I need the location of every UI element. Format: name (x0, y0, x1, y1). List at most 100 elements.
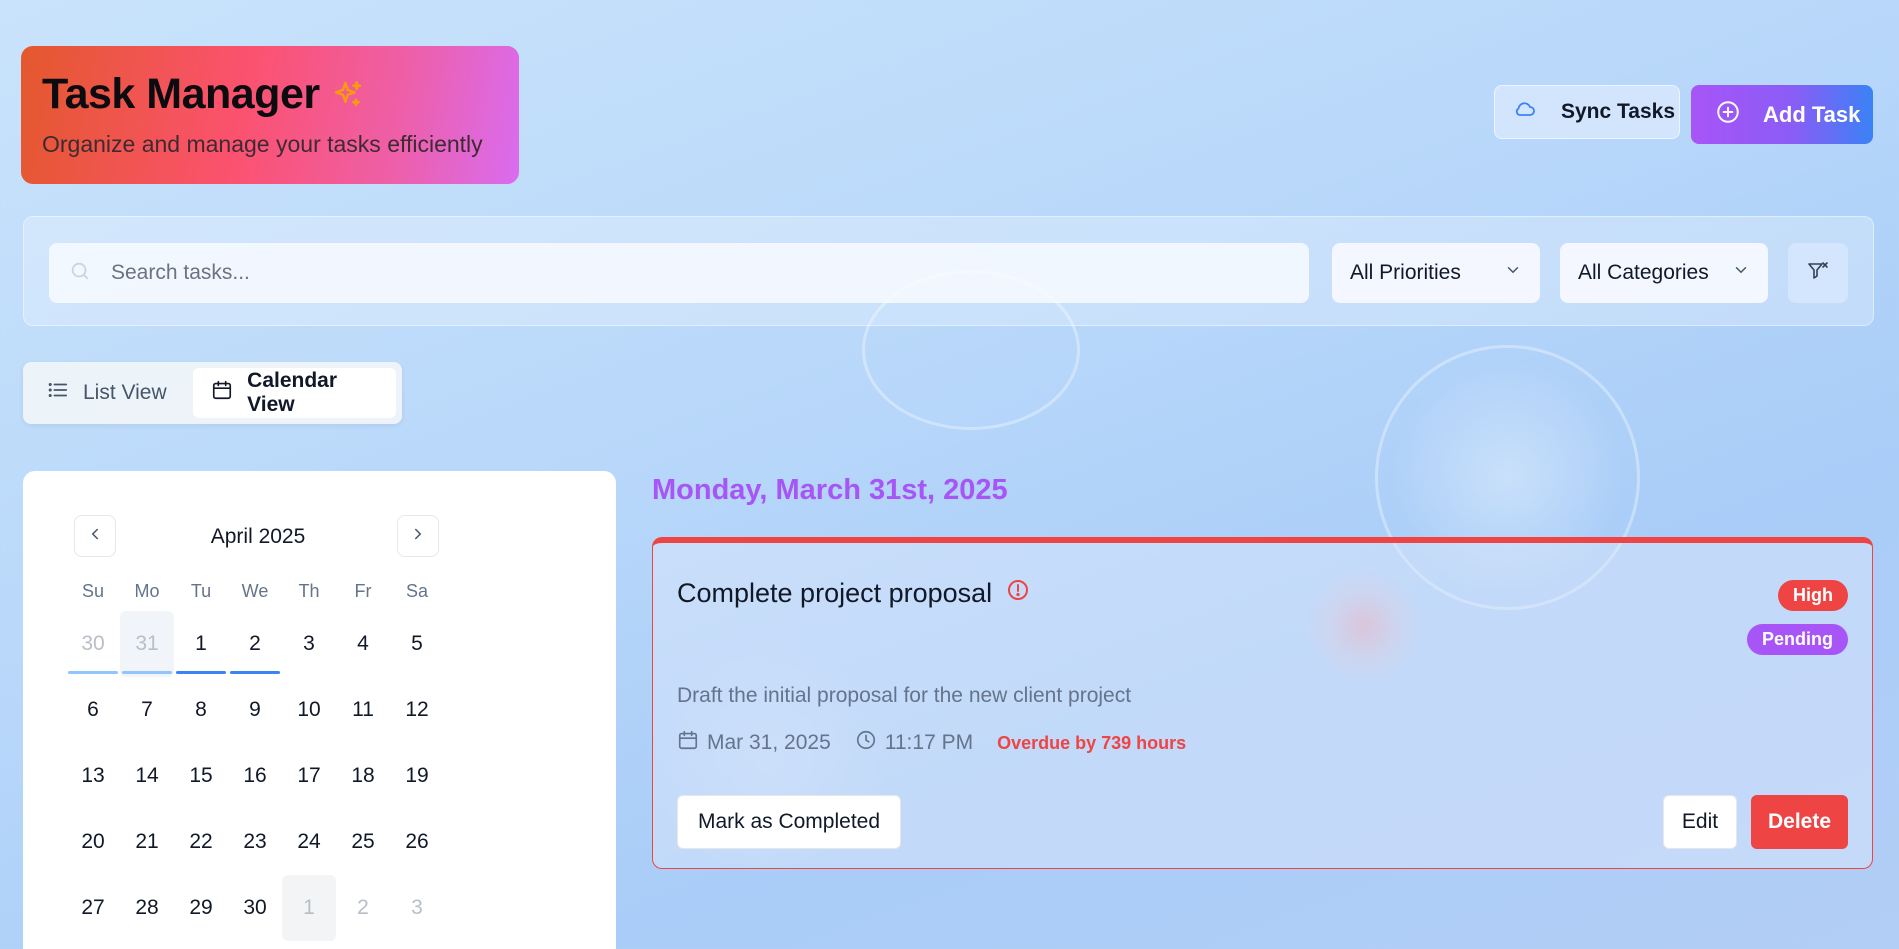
calendar-day[interactable]: 20 (66, 809, 120, 875)
calendar-day[interactable]: 2 (228, 611, 282, 677)
priority-badge: High (1778, 580, 1848, 611)
app-subtitle: Organize and manage your tasks efficient… (42, 131, 483, 157)
weekday-label: Fr (354, 580, 372, 601)
clear-filters-button[interactable] (1788, 243, 1848, 303)
priority-select[interactable]: All Priorities (1332, 243, 1540, 303)
weekday-label: Tu (190, 580, 212, 601)
calendar-day[interactable]: 14 (120, 743, 174, 809)
calendar-day[interactable]: 18 (336, 743, 390, 809)
cloud-icon (1513, 97, 1537, 127)
calendar-day[interactable]: 22 (174, 809, 228, 875)
sparkles-icon (332, 79, 364, 111)
previous-month-button[interactable] (74, 515, 116, 557)
calendar-day[interactable]: 11 (336, 677, 390, 743)
alert-circle-icon (1006, 578, 1030, 609)
chevron-down-icon (1504, 261, 1522, 285)
weekday-label: Th (298, 580, 320, 601)
calendar-icon (211, 379, 233, 407)
calendar-day[interactable]: 25 (336, 809, 390, 875)
task-card: Complete project proposal High Pending D… (652, 537, 1873, 869)
calendar-day[interactable]: 16 (228, 743, 282, 809)
calendar-day[interactable]: 21 (120, 809, 174, 875)
task-title-row: Complete project proposal (677, 578, 1030, 609)
calendar-day[interactable]: 26 (390, 809, 444, 875)
weekday-header-row: Su Mo Tu We Th Fr Sa (66, 571, 444, 611)
calendar-day[interactable]: 9 (228, 677, 282, 743)
view-toggle: List View Calendar View (23, 362, 402, 424)
app-title: Task Manager (42, 70, 320, 118)
task-description: Draft the initial proposal for the new c… (677, 684, 1132, 707)
weekday-label: Sa (405, 580, 429, 601)
chevron-right-icon (409, 525, 427, 548)
calendar-day[interactable]: 13 (66, 743, 120, 809)
task-time: 11:17 PM (855, 729, 973, 757)
calendar-week-row: 27 28 29 30 1 2 3 (66, 875, 444, 941)
selected-day-heading: Monday, March 31st, 2025 (652, 474, 1008, 506)
chevron-down-icon (1732, 261, 1750, 285)
category-select[interactable]: All Categories (1560, 243, 1768, 303)
weekday-label: Su (81, 580, 105, 601)
add-task-button[interactable]: Add Task (1691, 85, 1873, 144)
sync-tasks-label: Sync Tasks (1561, 100, 1676, 123)
calendar-week-row: 30 31 1 2 3 4 5 (66, 611, 444, 677)
delete-task-button[interactable]: Delete (1751, 795, 1848, 849)
category-select-value: All Categories (1578, 261, 1709, 284)
status-badge: Pending (1747, 624, 1848, 655)
calendar-day[interactable]: 5 (390, 611, 444, 677)
calendar-day[interactable]: 8 (174, 677, 228, 743)
add-task-label: Add Task (1763, 101, 1861, 127)
filter-bar: All Priorities All Categories (23, 216, 1874, 326)
clock-icon (855, 729, 877, 757)
calendar-icon (677, 729, 699, 757)
list-view-tab[interactable]: List View (29, 368, 189, 418)
calendar-month-label: April 2025 (210, 525, 306, 548)
task-meta: Mar 31, 2025 11:17 PM Overdue by 739 hou… (677, 729, 1186, 757)
edit-task-button[interactable]: Edit (1663, 795, 1737, 849)
weekday-label: We (241, 580, 269, 601)
calendar-day[interactable]: 4 (336, 611, 390, 677)
calendar-day[interactable]: 19 (390, 743, 444, 809)
calendar-day[interactable]: 3 (390, 875, 444, 941)
calendar-view-tab[interactable]: Calendar View (193, 368, 396, 418)
mark-completed-button[interactable]: Mark as Completed (677, 795, 901, 849)
calendar-day[interactable]: 23 (228, 809, 282, 875)
calendar-day[interactable]: 29 (174, 875, 228, 941)
calendar-day[interactable]: 7 (120, 677, 174, 743)
calendar-day[interactable]: 30 (228, 875, 282, 941)
app-title-row: Task Manager (42, 70, 498, 119)
calendar-widget: April 2025 Su Mo Tu We Th Fr Sa 30 31 1 … (23, 471, 616, 949)
task-date: Mar 31, 2025 (677, 729, 831, 757)
calendar-week-row: 20 21 22 23 24 25 26 (66, 809, 444, 875)
priority-select-value: All Priorities (1350, 261, 1461, 284)
plus-circle-icon (1715, 99, 1741, 131)
calendar-day[interactable]: 10 (282, 677, 336, 743)
calendar-week-row: 6 7 8 9 10 11 12 (66, 677, 444, 743)
calendar-day[interactable]: 17 (282, 743, 336, 809)
calendar-day[interactable]: 27 (66, 875, 120, 941)
sync-tasks-button[interactable]: Sync Tasks (1494, 85, 1680, 139)
filter-x-icon (1806, 259, 1830, 288)
search-input[interactable] (111, 261, 1261, 285)
app-header-card: Task Manager Organize and manage your ta… (21, 46, 519, 184)
calendar-day[interactable]: 2 (336, 875, 390, 941)
calendar-day-selected[interactable]: 31 (120, 611, 174, 677)
calendar-day[interactable]: 1 (282, 875, 336, 941)
calendar-day[interactable]: 28 (120, 875, 174, 941)
calendar-day[interactable]: 1 (174, 611, 228, 677)
calendar-grid: Su Mo Tu We Th Fr Sa 30 31 1 2 3 4 5 6 7… (66, 571, 444, 941)
weekday-label: Mo (134, 580, 160, 601)
calendar-week-row: 13 14 15 16 17 18 19 (66, 743, 444, 809)
next-month-button[interactable] (397, 515, 439, 557)
overdue-label: Overdue by 739 hours (997, 732, 1187, 753)
calendar-day[interactable]: 24 (282, 809, 336, 875)
search-box (49, 243, 1309, 303)
task-title: Complete project proposal (677, 578, 993, 608)
calendar-day[interactable]: 30 (66, 611, 120, 677)
list-icon (47, 379, 69, 407)
list-view-label: List View (83, 381, 167, 404)
calendar-day[interactable]: 3 (282, 611, 336, 677)
calendar-day[interactable]: 15 (174, 743, 228, 809)
calendar-day[interactable]: 6 (66, 677, 120, 743)
calendar-day[interactable]: 12 (390, 677, 444, 743)
task-date-text: Mar 31, 2025 (707, 731, 831, 754)
